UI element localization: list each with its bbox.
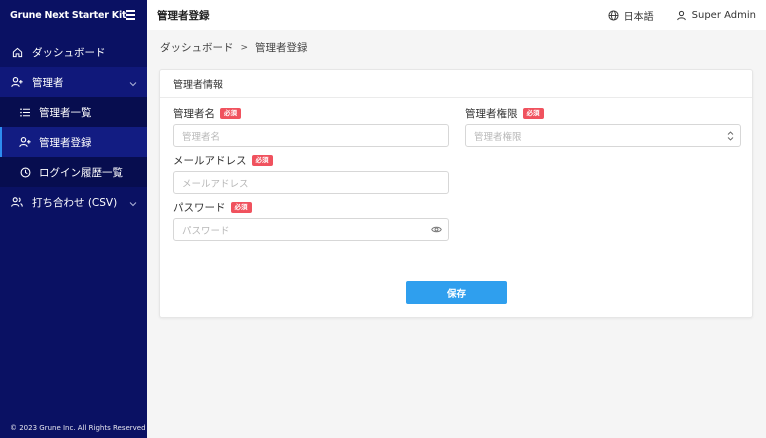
name-placeholder: 管理者名 bbox=[182, 131, 221, 143]
sidebar-item-login-history[interactable]: ログイン履歴一覧 bbox=[0, 157, 147, 187]
sidebar-header: Grune Next Starter Kit bbox=[0, 0, 147, 30]
eye-icon[interactable] bbox=[431, 225, 442, 237]
sidebar-item-label: 打ち合わせ (CSV) bbox=[32, 196, 118, 209]
sidebar: Grune Next Starter Kit ダッシュボード 管理者 管理者一覧 bbox=[0, 0, 147, 438]
password-placeholder: パスワード bbox=[182, 225, 230, 237]
role-placeholder: 管理者権限 bbox=[474, 131, 522, 143]
sidebar-item-label: ダッシュボード bbox=[32, 46, 106, 59]
name-input[interactable]: 管理者名 bbox=[173, 124, 449, 147]
sidebar-item-meetings[interactable]: 打ち合わせ (CSV) bbox=[0, 187, 147, 217]
breadcrumb-home[interactable]: ダッシュボード bbox=[160, 40, 234, 55]
breadcrumb-current: 管理者登録 bbox=[255, 42, 308, 54]
language-label: 日本語 bbox=[623, 11, 654, 23]
user-menu[interactable]: Super Admin bbox=[676, 10, 756, 21]
home-icon bbox=[11, 46, 23, 58]
top-bar: 管理者登録 日本語 Super Admin bbox=[147, 0, 766, 30]
password-field-group: パスワード 必須 パスワード bbox=[173, 200, 449, 241]
name-label-row: 管理者名 必須 bbox=[173, 106, 449, 120]
card-title: 管理者情報 bbox=[160, 70, 752, 98]
globe-icon bbox=[608, 9, 619, 21]
email-field-group: メールアドレス 必須 メールアドレス bbox=[173, 153, 449, 194]
email-label-row: メールアドレス 必須 bbox=[173, 153, 449, 167]
required-badge: 必須 bbox=[220, 107, 241, 119]
role-field-group: 管理者権限 必須 管理者権限 bbox=[465, 106, 741, 147]
user-icon bbox=[676, 10, 686, 20]
language-selector[interactable]: 日本語 bbox=[608, 8, 654, 23]
save-button[interactable]: 保存 bbox=[406, 281, 507, 304]
sidebar-item-admin-list[interactable]: 管理者一覧 bbox=[0, 97, 147, 127]
admin-form-card: 管理者情報 管理者名 必須 管理者名 管理者権限 必須 管理者権限 メールアドレ… bbox=[159, 69, 753, 318]
sidebar-item-label: 管理者登録 bbox=[39, 136, 92, 149]
required-badge: 必須 bbox=[251, 154, 273, 166]
required-badge: 必須 bbox=[522, 107, 544, 119]
name-label: 管理者名 bbox=[173, 107, 215, 120]
password-input[interactable]: パスワード bbox=[173, 218, 449, 241]
sidebar-item-dashboard[interactable]: ダッシュボード bbox=[0, 37, 147, 67]
role-label: 管理者権限 bbox=[465, 107, 518, 120]
sidebar-item-admin-register[interactable]: 管理者登録 bbox=[0, 127, 147, 157]
clock-icon bbox=[19, 166, 31, 178]
sidebar-item-label: 管理者一覧 bbox=[39, 106, 92, 119]
topbar-actions: 日本語 Super Admin bbox=[608, 8, 756, 23]
sidebar-item-label: ログイン履歴一覧 bbox=[39, 166, 123, 179]
required-badge: 必須 bbox=[230, 201, 252, 213]
role-label-row: 管理者権限 必須 bbox=[465, 106, 741, 120]
user-name: Super Admin bbox=[691, 9, 756, 21]
email-input[interactable]: メールアドレス bbox=[173, 171, 449, 194]
chevron-down-icon bbox=[129, 198, 137, 210]
email-label: メールアドレス bbox=[173, 154, 247, 167]
email-placeholder: メールアドレス bbox=[182, 178, 249, 190]
copyright: © 2023 Grune Inc. All Rights Reserved bbox=[10, 424, 146, 432]
breadcrumb-separator: > bbox=[240, 42, 249, 53]
user-add-icon bbox=[11, 76, 23, 88]
users-icon bbox=[11, 196, 23, 208]
list-icon bbox=[19, 106, 31, 118]
role-select[interactable]: 管理者権限 bbox=[465, 124, 741, 147]
chevron-down-icon bbox=[129, 78, 137, 90]
brand-name: Grune Next Starter Kit bbox=[10, 9, 127, 21]
user-plus-icon bbox=[19, 136, 31, 148]
sidebar-nav: ダッシュボード 管理者 管理者一覧 管理者登録 ログイン履歴一覧 打ち合わせ (… bbox=[0, 37, 147, 217]
menu-icon[interactable] bbox=[126, 10, 135, 20]
page-title: 管理者登録 bbox=[157, 9, 210, 22]
sidebar-item-admin[interactable]: 管理者 bbox=[0, 67, 147, 97]
sidebar-item-label: 管理者 bbox=[32, 76, 64, 89]
select-arrows-icon bbox=[727, 131, 734, 144]
password-label-row: パスワード 必須 bbox=[173, 200, 449, 214]
name-field-group: 管理者名 必須 管理者名 bbox=[173, 106, 449, 147]
password-label: パスワード bbox=[173, 201, 226, 214]
breadcrumb: ダッシュボード > 管理者登録 bbox=[160, 40, 308, 55]
